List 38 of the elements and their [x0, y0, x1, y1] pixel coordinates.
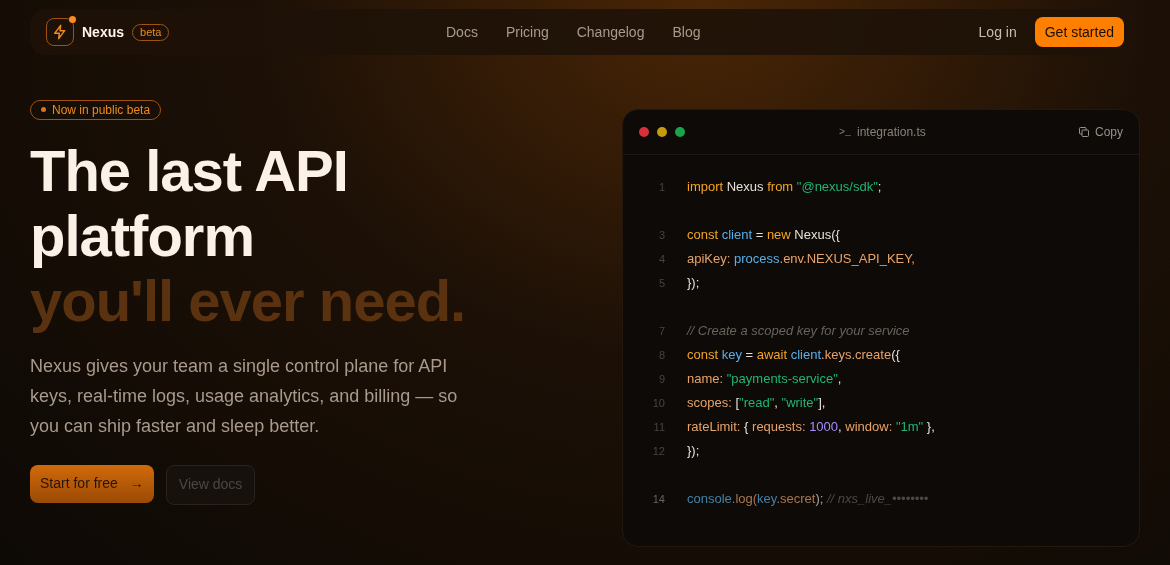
copy-icon — [1078, 126, 1090, 138]
start-button[interactable]: Start for free → — [30, 464, 154, 503]
code-line: const client = new Nexus({ — [687, 226, 840, 245]
line-number: 12 — [651, 443, 666, 459]
code-line: apiKey: process.env.NEXUS_API_KEY, — [687, 250, 915, 269]
line-number: 11 — [652, 419, 666, 435]
line-number: 7 — [657, 323, 666, 339]
code-line: const key = await client.keys.create({ — [687, 346, 900, 365]
headline-line: platform — [30, 202, 254, 268]
line-number: 5 — [657, 275, 666, 291]
brand-name: Nexus — [82, 22, 125, 42]
nav-link[interactable]: Changelog — [576, 21, 645, 43]
nav-link[interactable]: Docs — [446, 21, 478, 43]
line-number: 1 — [657, 179, 666, 195]
code-line: }); — [687, 442, 700, 461]
line-number: 4 — [657, 251, 666, 267]
code-line: // Create a scoped key for your service — [687, 322, 910, 341]
copy-button[interactable]: Copy — [1078, 123, 1123, 141]
code-line: scopes: ["read", "write"], — [687, 394, 826, 413]
file-name: integration.ts — [857, 124, 926, 141]
arrow-icon: → — [129, 473, 144, 494]
headline-line: The last API — [30, 137, 348, 203]
terminal-prompt: >_ — [839, 125, 851, 140]
headline-line: you'll ever need. — [30, 267, 466, 333]
line-number: 8 — [657, 347, 666, 363]
nav-link[interactable]: Blog — [672, 21, 701, 43]
login-link[interactable]: Log in — [978, 21, 1017, 43]
nav-link[interactable]: Pricing — [505, 21, 549, 43]
hero-description: Nexus gives your team a single control plane for API keys, real-time logs, usage analytics, and billing — so you can ship faster and sleep better. — [30, 354, 459, 438]
code-line: console.log(key.secret); // nxs_live_•••••••• — [687, 490, 929, 509]
code-line: import Nexus from "@nexus/sdk"; — [687, 178, 882, 197]
get-started-button[interactable]: Get started — [1034, 17, 1124, 47]
code-line: }); — [687, 274, 700, 293]
code-line: rateLimit: { requests: 1000, window: "1m" }, — [687, 418, 935, 437]
code-line: name: "payments-service", — [687, 370, 842, 389]
bolt-logo-icon — [46, 18, 74, 46]
line-number: 3 — [657, 227, 666, 243]
line-number: 14 — [651, 491, 666, 507]
